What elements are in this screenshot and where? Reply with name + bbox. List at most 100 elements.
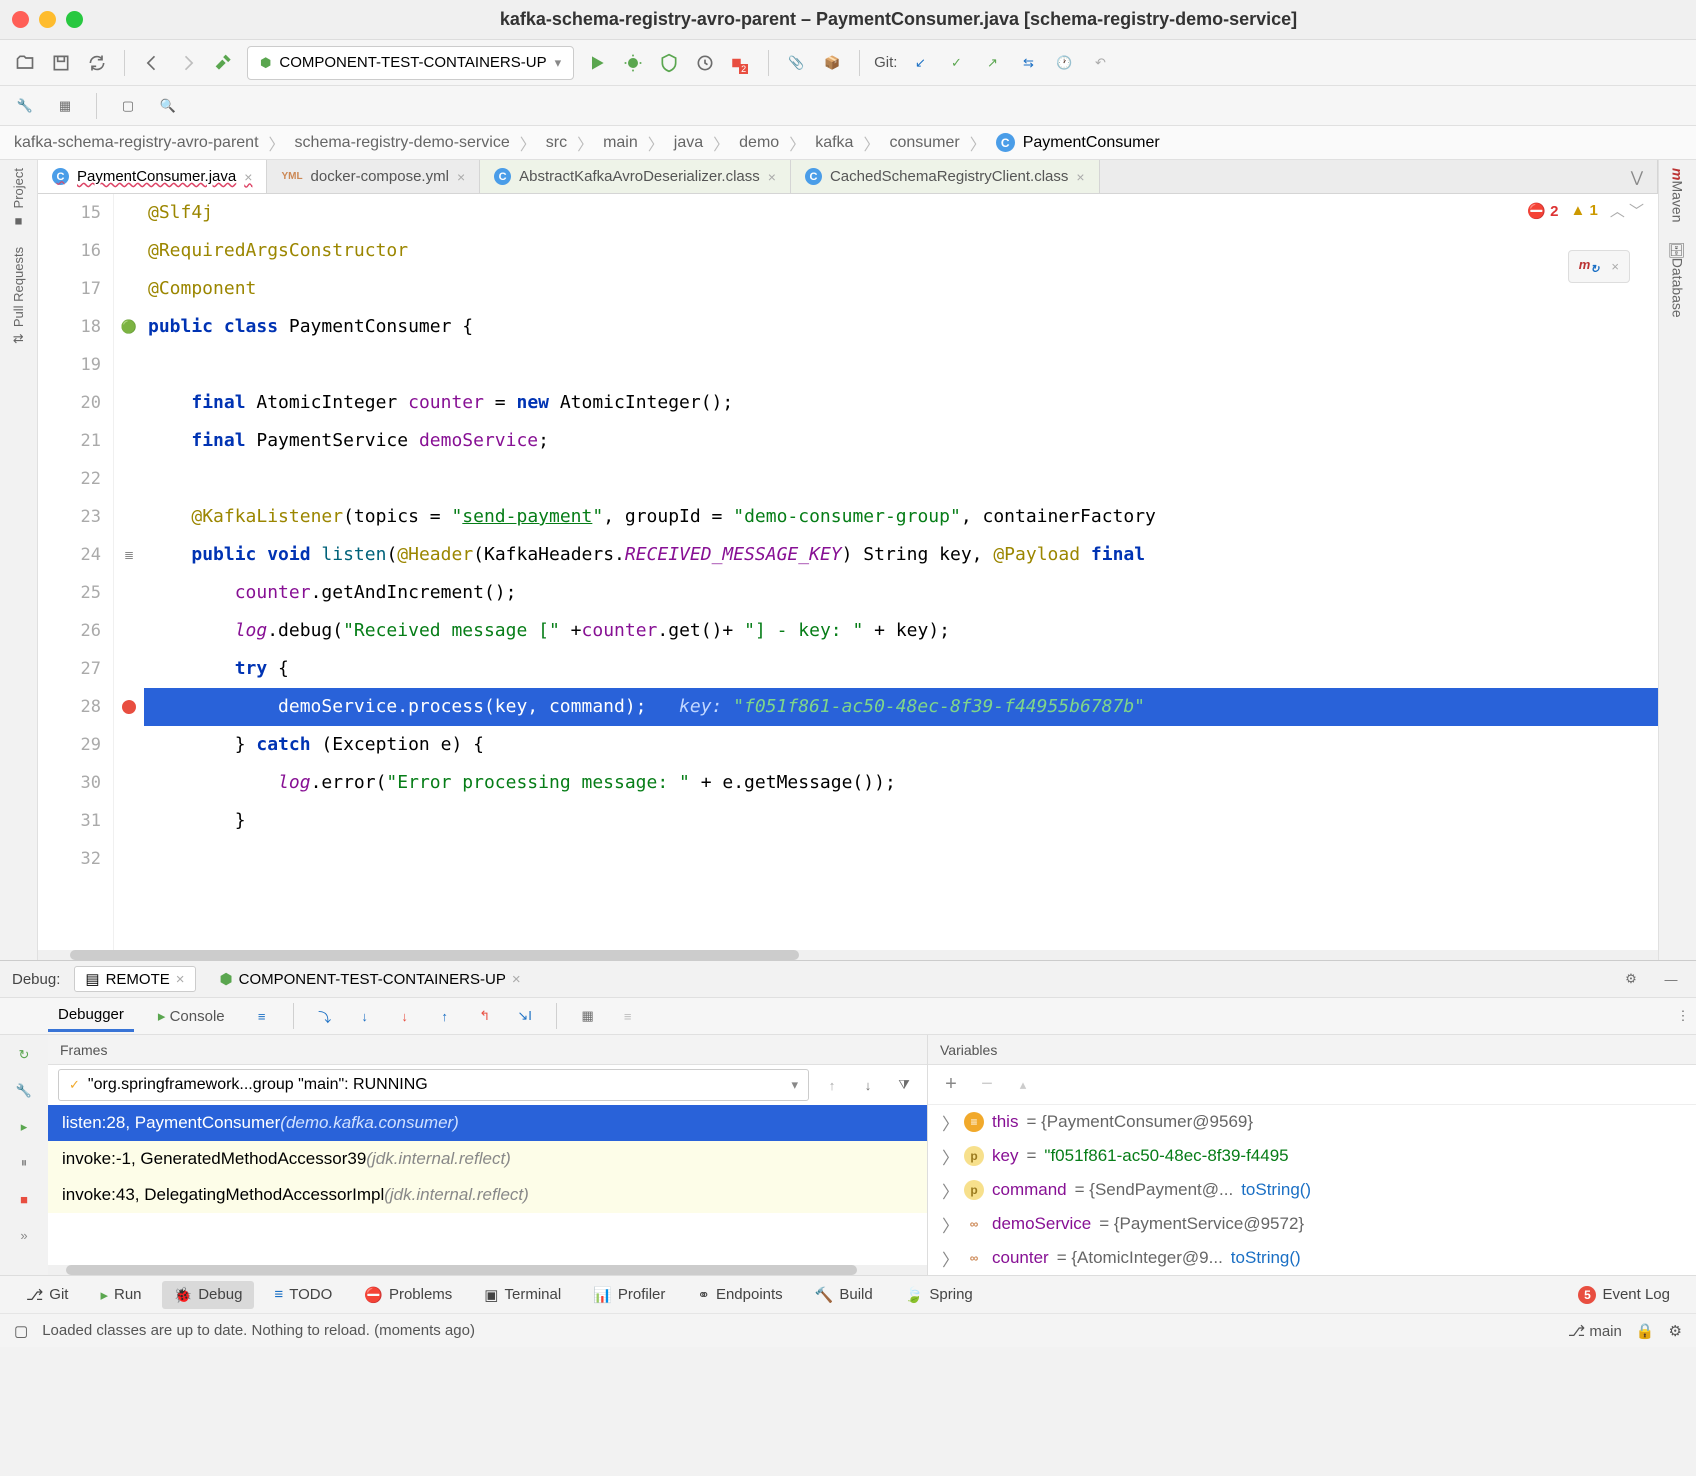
drop-frame-icon[interactable]: ↰ xyxy=(472,1003,498,1029)
code-area[interactable]: @Slf4j @RequiredArgsConstructor @Compone… xyxy=(144,194,1658,950)
stop-icon[interactable]: ■ xyxy=(10,1185,38,1213)
history-icon[interactable]: 🕐 xyxy=(1051,50,1077,76)
editor[interactable]: 151617 181920 212223 242526 272829 30313… xyxy=(38,194,1658,950)
project-structure-icon[interactable]: ▦ xyxy=(52,93,78,119)
run-to-cursor-icon[interactable]: ↘I xyxy=(512,1003,538,1029)
stack-frame[interactable]: invoke:43, DelegatingMethodAccessorImpl … xyxy=(48,1177,927,1213)
quick-list-icon[interactable]: ▢ xyxy=(14,1322,28,1340)
close-icon[interactable]: × xyxy=(1076,169,1084,185)
event-log-tab[interactable]: 5Event Log xyxy=(1566,1281,1682,1309)
modify-icon[interactable]: 🔧 xyxy=(10,1077,38,1105)
evaluate-icon[interactable]: ▦ xyxy=(575,1003,601,1029)
run-config-selector[interactable]: ⬢ COMPONENT-TEST-CONTAINERS-UP ▾ xyxy=(247,46,574,80)
forward-icon[interactable] xyxy=(175,50,201,76)
profiler-tab[interactable]: 📊Profiler xyxy=(581,1281,677,1309)
search-icon[interactable]: 🔍 xyxy=(155,93,181,119)
up-icon[interactable]: ▴ xyxy=(1010,1072,1036,1098)
pull-requests-tool[interactable]: ⇅Pull Requests xyxy=(11,247,26,344)
prev-frame-icon[interactable]: ↑ xyxy=(819,1072,845,1098)
open-icon[interactable] xyxy=(12,50,38,76)
lock-icon[interactable]: 🔒 xyxy=(1636,1322,1655,1340)
rerun-icon[interactable]: ↻ xyxy=(10,1041,38,1069)
step-over-icon[interactable]: ⤵ xyxy=(312,1003,338,1029)
git-commit-icon[interactable]: ✓ xyxy=(943,50,969,76)
problems-tab[interactable]: ⛔Problems xyxy=(352,1281,464,1309)
save-icon[interactable] xyxy=(48,50,74,76)
variable-row[interactable]: 〉pcommand = {SendPayment@... toString() xyxy=(928,1173,1696,1207)
debugger-tab[interactable]: Debugger xyxy=(48,1000,134,1032)
more-icon[interactable]: ⋮ xyxy=(1670,1003,1696,1029)
remove-watch-icon[interactable]: − xyxy=(974,1072,1000,1098)
more-icon[interactable]: » xyxy=(10,1221,38,1249)
frames-scrollbar[interactable] xyxy=(48,1265,927,1275)
attach-icon[interactable]: 📎 xyxy=(783,50,809,76)
crumb[interactable]: main xyxy=(603,134,638,152)
services-icon[interactable]: 📦 xyxy=(819,50,845,76)
override-icon[interactable]: ≣ xyxy=(114,536,144,574)
crumb[interactable]: schema-registry-demo-service xyxy=(295,134,510,152)
resume-icon[interactable]: ▸ xyxy=(10,1113,38,1141)
profile-icon[interactable] xyxy=(692,50,718,76)
debug-icon[interactable] xyxy=(620,50,646,76)
stack-frame[interactable]: invoke:-1, GeneratedMethodAccessor39 (jd… xyxy=(48,1141,927,1177)
threads-icon[interactable]: ≡ xyxy=(249,1003,275,1029)
maven-reimport-popup[interactable]: m↻ × xyxy=(1568,250,1630,283)
editor-tab[interactable]: YMLdocker-compose.yml× xyxy=(267,160,480,193)
wrench-icon[interactable]: 🔧 xyxy=(12,93,38,119)
crumb[interactable]: consumer xyxy=(889,134,959,152)
editor-tab[interactable]: CAbstractKafkaAvroDeserializer.class× xyxy=(480,160,791,193)
breakpoint-icon[interactable] xyxy=(114,688,144,726)
build-tab[interactable]: 🔨Build xyxy=(803,1281,885,1309)
editor-tab[interactable]: CCachedSchemaRegistryClient.class× xyxy=(791,160,1100,193)
project-tool[interactable]: ■Project xyxy=(11,168,26,229)
crumb[interactable]: src xyxy=(546,134,567,152)
git-push-icon[interactable]: ↗ xyxy=(979,50,1005,76)
close-icon[interactable]: × xyxy=(244,169,252,185)
debug-session-tab[interactable]: ⬢COMPONENT-TEST-CONTAINERS-UP× xyxy=(210,967,531,991)
todo-tab[interactable]: ≡TODO xyxy=(262,1281,344,1308)
thread-selector[interactable]: ✓ "org.springframework...group "main": R… xyxy=(58,1069,809,1101)
variable-row[interactable]: 〉∞demoService = {PaymentService@9572} xyxy=(928,1207,1696,1241)
refresh-icon[interactable] xyxy=(84,50,110,76)
stack-frame[interactable]: listen:28, PaymentConsumer (demo.kafka.c… xyxy=(48,1105,927,1141)
crumb[interactable]: java xyxy=(674,134,703,152)
new-watch-icon[interactable]: + xyxy=(938,1072,964,1098)
gear-icon[interactable]: ⚙ xyxy=(1618,966,1644,992)
presentation-icon[interactable]: ▢ xyxy=(115,93,141,119)
endpoints-tab[interactable]: ⚭Endpoints xyxy=(685,1281,794,1309)
crumb[interactable]: demo xyxy=(739,134,779,152)
run-icon[interactable] xyxy=(584,50,610,76)
tab-overflow[interactable]: ⋁ xyxy=(1617,160,1658,193)
terminal-tab[interactable]: ▣Terminal xyxy=(472,1281,573,1309)
step-into-icon[interactable]: ↓ xyxy=(352,1003,378,1029)
variable-row[interactable]: 〉∞counter = {AtomicInteger@9... toString… xyxy=(928,1241,1696,1275)
close-icon[interactable]: × xyxy=(457,169,465,185)
variable-row[interactable]: 〉pkey = "f051f861-ac50-48ec-8f39-f4495 xyxy=(928,1139,1696,1173)
debug-tab[interactable]: 🐞Debug xyxy=(162,1281,255,1309)
inspection-badge[interactable]: ⛔ 2 ▲ 1 ︿ ﹀ xyxy=(1527,200,1644,221)
back-icon[interactable] xyxy=(139,50,165,76)
git-compare-icon[interactable]: ⇆ xyxy=(1015,50,1041,76)
minimize-icon[interactable]: — xyxy=(1658,966,1684,992)
git-tab[interactable]: ⎇Git xyxy=(14,1281,80,1309)
indent-icon[interactable]: ⚙ xyxy=(1669,1322,1682,1340)
crumb[interactable]: kafka xyxy=(815,134,853,152)
run-tab[interactable]: ▸Run xyxy=(88,1281,153,1309)
force-step-into-icon[interactable]: ↓ xyxy=(392,1003,418,1029)
next-frame-icon[interactable]: ↓ xyxy=(855,1072,881,1098)
database-tool[interactable]: 🗄Database xyxy=(1670,240,1686,318)
step-out-icon[interactable]: ↑ xyxy=(432,1003,458,1029)
spring-tab[interactable]: 🍃Spring xyxy=(893,1281,985,1309)
hammer-icon[interactable] xyxy=(211,50,237,76)
crumb[interactable]: PaymentConsumer xyxy=(1023,134,1160,152)
pause-icon[interactable]: ⏸ xyxy=(10,1149,38,1177)
stop-icon[interactable]: 2 xyxy=(728,50,754,76)
editor-tab[interactable]: CPaymentConsumer.java× xyxy=(38,160,267,193)
close-icon[interactable]: × xyxy=(768,169,776,185)
maven-tool[interactable]: mMaven xyxy=(1670,168,1686,222)
git-update-icon[interactable]: ↙ xyxy=(907,50,933,76)
undo-icon[interactable]: ↶ xyxy=(1087,50,1113,76)
traffic-lights[interactable] xyxy=(12,11,83,28)
trace-icon[interactable]: ≡ xyxy=(615,1003,641,1029)
debug-session-tab[interactable]: ▤REMOTE× xyxy=(74,966,195,992)
